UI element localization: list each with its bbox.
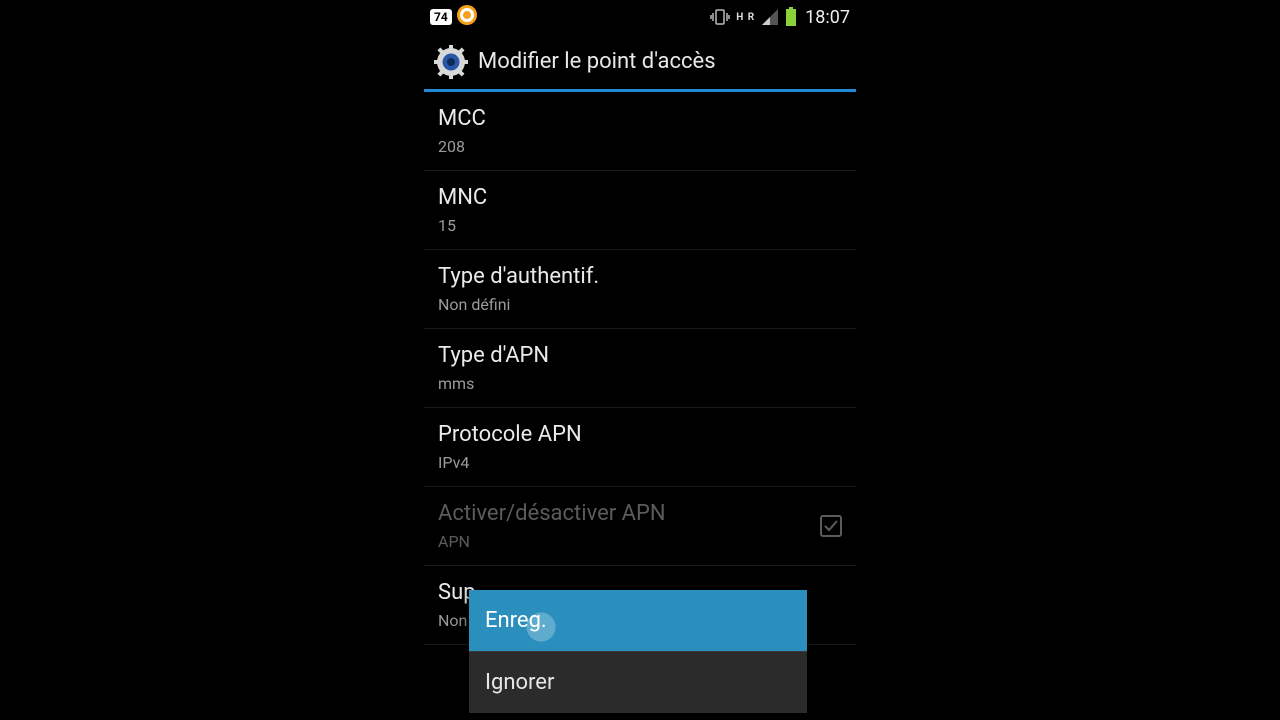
page-title: Modifier le point d'accès [478, 49, 716, 74]
row-title: Activer/désactiver APN [438, 501, 842, 526]
row-mcc[interactable]: MCC 208 [424, 92, 856, 171]
row-value: 208 [438, 137, 842, 156]
signal-icon [761, 8, 779, 26]
clock: 18:07 [805, 7, 850, 28]
vibrate-icon [710, 7, 730, 27]
status-bar: 74 H R 18:07 [424, 0, 856, 34]
notification-icon [456, 4, 478, 30]
row-apn-enable[interactable]: Activer/désactiver APN APN [424, 487, 856, 566]
row-value: 15 [438, 216, 842, 235]
menu-item-label: Enreg. [485, 608, 547, 633]
row-title: MCC [438, 106, 842, 131]
menu-item-discard[interactable]: Ignorer [469, 652, 807, 713]
row-title: Type d'authentif. [438, 264, 842, 289]
status-right: H R 18:07 [710, 7, 850, 28]
action-bar: Modifier le point d'accès [424, 34, 856, 92]
row-value: APN [438, 532, 842, 551]
row-auth-type[interactable]: Type d'authentif. Non défini [424, 250, 856, 329]
row-value: Non défini [438, 295, 842, 314]
row-title: Type d'APN [438, 343, 842, 368]
row-title: Protocole APN [438, 422, 842, 447]
status-left: 74 [430, 4, 478, 30]
battery-percent: 74 [434, 10, 448, 24]
network-type-label: H R [736, 13, 755, 22]
menu-item-save[interactable]: Enreg. [469, 590, 807, 651]
row-value: IPv4 [438, 453, 842, 472]
gear-icon [434, 45, 468, 79]
checkbox-icon[interactable] [820, 515, 842, 537]
battery-badge: 74 [430, 9, 452, 25]
row-value: mms [438, 374, 842, 393]
row-mnc[interactable]: MNC 15 [424, 171, 856, 250]
row-apn-type[interactable]: Type d'APN mms [424, 329, 856, 408]
menu-item-label: Ignorer [485, 670, 554, 695]
row-title: MNC [438, 185, 842, 210]
row-apn-protocol[interactable]: Protocole APN IPv4 [424, 408, 856, 487]
context-menu: Enreg. Ignorer [469, 590, 807, 713]
settings-list[interactable]: MCC 208 MNC 15 Type d'authentif. Non déf… [424, 92, 856, 645]
battery-icon [785, 7, 797, 27]
